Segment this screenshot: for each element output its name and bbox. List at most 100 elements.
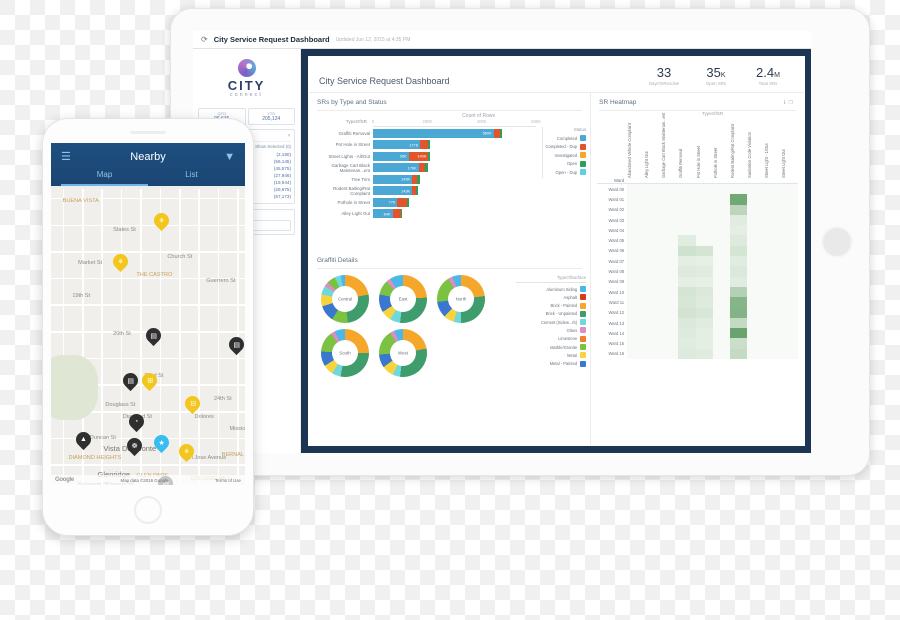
heatmap-cell[interactable]	[695, 194, 713, 205]
heatmap-cell[interactable]	[695, 266, 713, 277]
heatmap-cell[interactable]	[644, 348, 662, 360]
heatmap-cell[interactable]	[678, 276, 696, 287]
heatmap-cell[interactable]	[780, 338, 799, 349]
heatmap-cell[interactable]	[746, 204, 764, 215]
heatmap-cell[interactable]	[729, 214, 747, 226]
heatmap-cell[interactable]	[780, 317, 799, 329]
heatmap-cell[interactable]	[644, 256, 662, 267]
heatmap-cell[interactable]	[712, 307, 730, 318]
heatmap-cell[interactable]	[729, 297, 747, 308]
bar-row[interactable]: Graffiti Removal 560K	[339, 128, 536, 139]
heatmap-cell[interactable]	[763, 245, 781, 257]
heatmap-cell[interactable]	[712, 194, 730, 205]
heatmap-row[interactable]: Ward 03	[597, 214, 799, 226]
close-icon[interactable]: ✕	[287, 133, 291, 139]
heatmap-cell[interactable]	[780, 204, 799, 215]
bar-segment[interactable]	[420, 140, 429, 150]
heatmap-cell[interactable]	[661, 204, 679, 215]
heatmap-cell[interactable]	[712, 276, 730, 287]
heatmap-cell[interactable]	[763, 266, 781, 277]
heatmap-cell[interactable]	[729, 204, 747, 215]
legend-item[interactable]: Brick - Unpainted	[516, 310, 587, 317]
heatmap-cell[interactable]	[712, 286, 730, 298]
heatmap-row[interactable]: Ward 16	[597, 348, 799, 360]
heatmap-cell[interactable]	[712, 245, 730, 257]
heatmap-cell[interactable]	[695, 328, 713, 339]
bar-row[interactable]: Garbage Cart Black Maintenan...ent 176K	[331, 163, 536, 174]
heatmap-cell[interactable]	[746, 266, 764, 277]
heatmap-cell[interactable]	[780, 184, 799, 195]
bar-segment[interactable]	[416, 186, 418, 196]
legend-item[interactable]: Open - Dup	[547, 169, 587, 175]
legend-item[interactable]: Cement (Sidew...rb)	[516, 319, 587, 326]
bar-segment[interactable]	[428, 151, 431, 161]
bar-segment[interactable]	[407, 197, 409, 207]
legend-item[interactable]: Investigated	[547, 152, 587, 158]
heatmap-cell[interactable]	[644, 235, 662, 246]
bar-segment[interactable]: 177K	[373, 140, 421, 150]
heatmap-row[interactable]: Ward 00	[597, 184, 799, 195]
heatmap-cell[interactable]	[712, 184, 730, 195]
heatmap-cell[interactable]	[627, 204, 645, 215]
heatmap-cell[interactable]	[678, 235, 696, 246]
heatmap-cell[interactable]	[695, 297, 713, 308]
heatmap-cell[interactable]	[695, 184, 713, 195]
donut-ring[interactable]: Central	[321, 275, 369, 323]
heatmap-cell[interactable]	[661, 184, 679, 195]
heatmap-cell[interactable]	[644, 194, 662, 205]
heatmap-cell[interactable]	[780, 297, 799, 308]
heatmap-cell[interactable]	[627, 276, 645, 287]
heatmap-cell[interactable]	[627, 194, 645, 205]
heatmap-cell[interactable]	[644, 328, 662, 339]
heatmap-cell[interactable]	[627, 286, 645, 298]
heatmap-cell[interactable]	[627, 184, 645, 195]
heatmap-cell[interactable]	[678, 338, 696, 349]
heatmap-cell[interactable]	[644, 225, 662, 236]
heatmap-cell[interactable]	[763, 204, 781, 215]
heatmap-cell[interactable]	[678, 307, 696, 318]
heatmap-cell[interactable]	[780, 225, 799, 236]
heatmap-row[interactable]: Ward 04	[597, 225, 799, 236]
heatmap-cell[interactable]	[644, 184, 662, 195]
heatmap-cell[interactable]	[746, 307, 764, 318]
donut-ring[interactable]: East	[379, 275, 427, 323]
donut-cell[interactable]: East	[377, 275, 429, 323]
heatmap-cell[interactable]	[678, 194, 696, 205]
tab-map[interactable]: Map	[61, 170, 148, 186]
heatmap-cell[interactable]	[644, 338, 662, 349]
heatmap-cell[interactable]	[644, 286, 662, 298]
heatmap-cell[interactable]	[695, 204, 713, 215]
heatmap-cell[interactable]	[763, 256, 781, 267]
heatmap-cell[interactable]	[695, 235, 713, 246]
bar-row[interactable]: Pot Hole in Street 177K	[336, 140, 536, 151]
tree-pin-icon[interactable]: ▲	[73, 428, 95, 450]
heatmap-cell[interactable]	[746, 338, 764, 349]
heatmap-row[interactable]: Ward 12	[597, 307, 799, 318]
heatmap-cell[interactable]	[763, 328, 781, 339]
heatmap-cell[interactable]	[746, 317, 764, 329]
vehicle-pin-icon[interactable]: ▤	[119, 369, 141, 391]
heatmap-cell[interactable]	[661, 297, 679, 308]
heatmap-cell[interactable]	[712, 256, 730, 267]
heatmap-cell[interactable]	[746, 225, 764, 236]
donut-cell[interactable]: South	[319, 329, 371, 377]
heatmap-cell[interactable]	[763, 194, 781, 205]
heatmap-cell[interactable]	[729, 184, 747, 195]
heatmap-cell[interactable]	[780, 235, 799, 246]
heatmap-cell[interactable]	[627, 338, 645, 349]
heatmap-cell[interactable]	[695, 338, 713, 349]
legend-item[interactable]: Aluminum Siding	[516, 286, 587, 292]
bar-segment[interactable]: 560K	[373, 128, 494, 138]
heatmap-cell[interactable]	[763, 348, 781, 360]
expand-icon[interactable]: ❐	[789, 100, 796, 106]
heatmap-cell[interactable]	[644, 266, 662, 277]
heatmap-cell[interactable]	[661, 194, 679, 205]
phone-map[interactable]: BUENA VISTA THE CASTRO Market St States St 1…	[51, 189, 245, 485]
heatmap-cell[interactable]	[695, 225, 713, 236]
heatmap-cell[interactable]	[661, 307, 679, 318]
heatmap-row[interactable]: Ward 13	[597, 317, 799, 329]
heatmap-cell[interactable]	[678, 245, 696, 257]
terms-of-use-link[interactable]: Terms of Use	[215, 478, 241, 483]
bar-row[interactable]: Tree Trim 143K	[351, 174, 536, 185]
heatmap-cell[interactable]	[627, 328, 645, 339]
